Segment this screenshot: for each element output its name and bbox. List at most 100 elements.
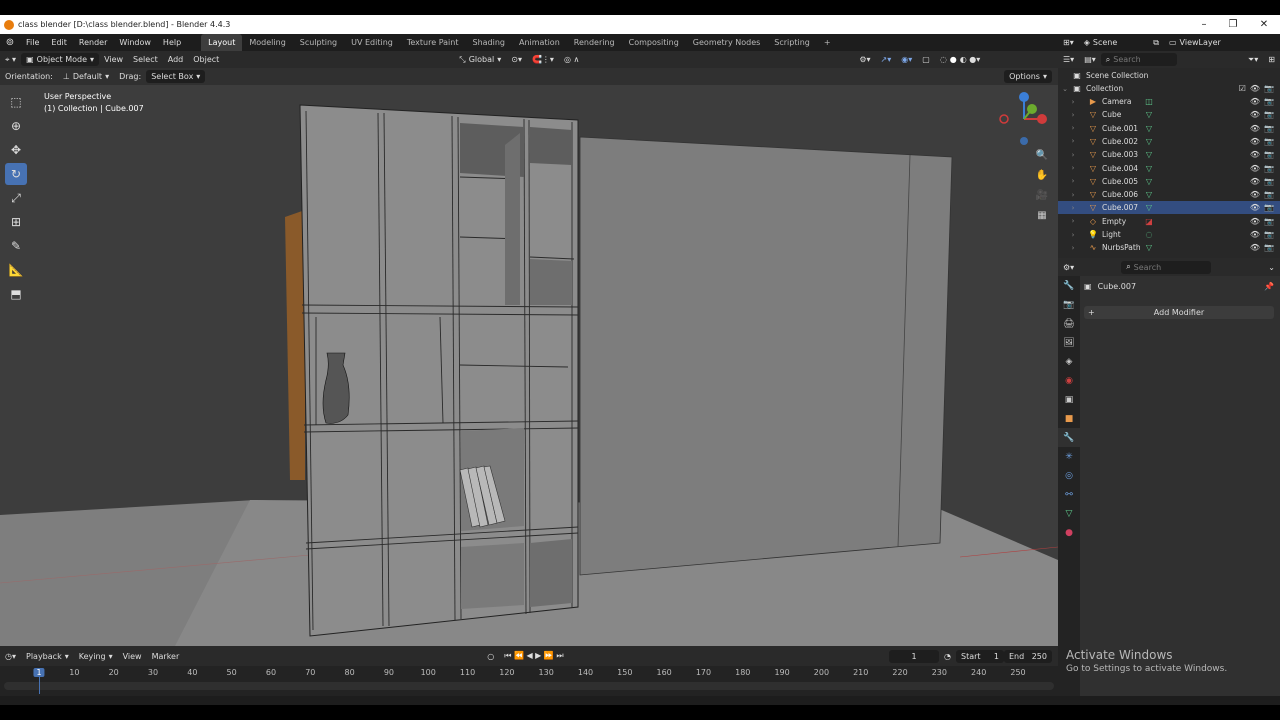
gizmo-y[interactable] bbox=[1027, 104, 1037, 114]
mesh-data-icon[interactable]: ▽ bbox=[1144, 176, 1154, 186]
chevron-right-icon[interactable]: › bbox=[1058, 111, 1088, 119]
particles-tab-icon[interactable]: ✳ bbox=[1058, 447, 1080, 466]
eye-icon[interactable]: 👁 bbox=[1250, 137, 1260, 146]
chevron-right-icon[interactable]: › bbox=[1058, 231, 1088, 239]
data-tab-icon[interactable]: ▽ bbox=[1058, 504, 1080, 523]
close-button[interactable]: ✕ bbox=[1250, 15, 1278, 34]
mesh-data-icon[interactable]: ▽ bbox=[1144, 150, 1154, 160]
mode-select[interactable]: ▣ Object Mode ▾ bbox=[21, 53, 100, 66]
snap-icon[interactable]: 🧲⋮▾ bbox=[527, 53, 559, 66]
collection-tab-icon[interactable]: ▣ bbox=[1058, 390, 1080, 409]
camera-data-icon[interactable]: ◫ bbox=[1144, 97, 1154, 107]
rotate-icon[interactable]: ↻ bbox=[5, 163, 27, 185]
outliner-row-empty[interactable]: › ◇ Empty ◪ 👁 📷 bbox=[1058, 215, 1280, 228]
pin-icon[interactable]: 📌 bbox=[1264, 282, 1274, 291]
eye-icon[interactable]: 👁 bbox=[1250, 243, 1260, 252]
camera-icon[interactable]: 📷 bbox=[1264, 230, 1274, 239]
menu-render[interactable]: Render bbox=[73, 34, 113, 51]
tab-sculpting[interactable]: Sculpting bbox=[293, 34, 344, 51]
eye-icon[interactable]: 👁 bbox=[1250, 150, 1260, 159]
chevron-right-icon[interactable]: › bbox=[1058, 204, 1088, 212]
camera-icon[interactable]: 📷 bbox=[1264, 110, 1274, 119]
move-icon[interactable]: ✥ bbox=[5, 139, 27, 161]
3d-viewport[interactable]: ⬚ ⊕ ✥ ↻ ⤢ ⊞ ✎ 📐 ⬒ User Perspective (1) C… bbox=[0, 85, 1058, 646]
visibility-icon[interactable]: ⚙▾ bbox=[854, 53, 875, 66]
zoom-icon[interactable]: 🔍 bbox=[1034, 147, 1050, 163]
object-tab-icon[interactable]: ■ bbox=[1058, 409, 1080, 428]
scene-collection-row[interactable]: ▣ Scene Collection bbox=[1058, 69, 1280, 82]
perspective-toggle-icon[interactable]: ▦ bbox=[1034, 207, 1050, 223]
overlay-toggle-icon[interactable]: ◉▾ bbox=[896, 53, 917, 66]
outliner-row-light[interactable]: › 💡 Light ◌ 👁 📷 bbox=[1058, 228, 1280, 241]
tool-tab-icon[interactable]: 🔧 bbox=[1058, 276, 1080, 295]
outliner-row-camera[interactable]: › ▶ Camera ◫ 👁 📷 bbox=[1058, 95, 1280, 108]
drag-select[interactable]: Select Box ▾ bbox=[146, 70, 206, 83]
camera-icon[interactable]: 📷 bbox=[1264, 177, 1274, 186]
camera-icon[interactable]: 📷 bbox=[1264, 97, 1274, 106]
tab-texture-paint[interactable]: Texture Paint bbox=[400, 34, 466, 51]
select-box-icon[interactable]: ⬚ bbox=[5, 91, 27, 113]
tab-shading[interactable]: Shading bbox=[465, 34, 512, 51]
chevron-right-icon[interactable]: › bbox=[1058, 98, 1088, 106]
menu-select[interactable]: Select bbox=[128, 53, 163, 66]
menu-view[interactable]: View bbox=[99, 53, 128, 66]
eye-icon[interactable]: 👁 bbox=[1250, 97, 1260, 106]
options-button[interactable]: Options ▾ bbox=[1004, 70, 1052, 83]
transform-orientation-select[interactable]: ⤡ Global ▾ bbox=[454, 53, 506, 66]
eye-icon[interactable]: 👁 bbox=[1250, 84, 1260, 93]
outliner-row-nurbspath[interactable]: › ∿ NurbsPath ▽ 👁 📷 bbox=[1058, 241, 1280, 254]
add-cube-icon[interactable]: ⬒ bbox=[5, 283, 27, 305]
modifier-tab-icon[interactable]: 🔧 bbox=[1058, 428, 1080, 447]
outliner-row-cube-007[interactable]: › ▽ Cube.007 ▽ 👁 📷 bbox=[1058, 201, 1280, 215]
outliner-row-cube-006[interactable]: › ▽ Cube.006 ▽ 👁 📷 bbox=[1058, 188, 1280, 201]
tab-layout[interactable]: Layout bbox=[201, 34, 243, 51]
outliner-row-cube-004[interactable]: › ▽ Cube.004 ▽ 👁 📷 bbox=[1058, 162, 1280, 175]
mesh-data-icon[interactable]: ▽ bbox=[1144, 110, 1154, 120]
mesh-data-icon[interactable]: ▽ bbox=[1144, 163, 1154, 173]
clock-icon[interactable]: ◔ bbox=[939, 650, 956, 663]
add-modifier-button[interactable]: + Add Modifier bbox=[1084, 306, 1274, 319]
measure-icon[interactable]: 📐 bbox=[5, 259, 27, 281]
camera-icon[interactable]: 📷 bbox=[1264, 164, 1274, 173]
scene-tab-icon[interactable]: ◈ bbox=[1058, 352, 1080, 371]
tab-compositing[interactable]: Compositing bbox=[622, 34, 686, 51]
collection-row[interactable]: ⌄ ▣ Collection ☑ 👁 📷 bbox=[1058, 82, 1280, 95]
camera-icon[interactable]: 📷 bbox=[1264, 243, 1274, 252]
camera-icon[interactable]: 📷 bbox=[1264, 203, 1274, 212]
outliner-row-cube-003[interactable]: › ▽ Cube.003 ▽ 👁 📷 bbox=[1058, 148, 1280, 161]
chevron-right-icon[interactable]: › bbox=[1058, 164, 1088, 172]
chevron-right-icon[interactable]: › bbox=[1058, 124, 1088, 132]
eye-icon[interactable]: 👁 bbox=[1250, 217, 1260, 226]
playback-menu[interactable]: Playback ▾ bbox=[21, 650, 74, 663]
camera-view-icon[interactable]: 🎥 bbox=[1034, 187, 1050, 203]
outliner-row-cube[interactable]: › ▽ Cube ▽ 👁 📷 bbox=[1058, 108, 1280, 121]
mesh-data-icon[interactable]: ▽ bbox=[1144, 136, 1154, 146]
camera-icon[interactable]: 📷 bbox=[1264, 124, 1274, 133]
chevron-right-icon[interactable]: › bbox=[1058, 177, 1088, 185]
camera-icon[interactable]: 📷 bbox=[1264, 84, 1274, 93]
timeline-scrollbar[interactable] bbox=[4, 682, 1054, 690]
eye-icon[interactable]: 👁 bbox=[1250, 190, 1260, 199]
camera-icon[interactable]: 📷 bbox=[1264, 150, 1274, 159]
material-tab-icon[interactable]: ● bbox=[1058, 523, 1080, 542]
camera-icon[interactable]: 📷 bbox=[1264, 137, 1274, 146]
shading-modes[interactable]: ◌ ● ◐ ●▾ bbox=[935, 53, 986, 66]
chevron-down-icon[interactable]: ⌄ bbox=[1263, 261, 1280, 274]
minimize-button[interactable]: – bbox=[1190, 15, 1218, 34]
orientation-select[interactable]: ⊥ Default ▾ bbox=[58, 70, 114, 83]
mesh-data-icon[interactable]: ▽ bbox=[1144, 190, 1154, 200]
outliner-row-cube-005[interactable]: › ▽ Cube.005 ▽ 👁 📷 bbox=[1058, 175, 1280, 188]
gizmo-x[interactable] bbox=[1037, 114, 1047, 124]
chevron-right-icon[interactable]: › bbox=[1058, 191, 1088, 199]
add-workspace-button[interactable]: + bbox=[817, 34, 838, 51]
blender-menu-icon[interactable]: ⊚ bbox=[0, 37, 20, 48]
tab-rendering[interactable]: Rendering bbox=[567, 34, 622, 51]
gizmo-neg-z[interactable] bbox=[1020, 137, 1028, 145]
mesh-data-icon[interactable]: ▽ bbox=[1144, 123, 1154, 133]
properties-search-input[interactable]: ⌕ Search bbox=[1121, 260, 1212, 274]
menu-file[interactable]: File bbox=[20, 34, 45, 51]
timeline[interactable]: 1 10 20 30 40 50 60 70 80 90 100 110 120 130 140 150 160… bbox=[0, 666, 1058, 696]
record-icon[interactable]: ○ bbox=[482, 650, 499, 663]
eye-icon[interactable]: 👁 bbox=[1250, 230, 1260, 239]
view-layer-select[interactable]: ▭ ViewLayer bbox=[1164, 36, 1226, 49]
